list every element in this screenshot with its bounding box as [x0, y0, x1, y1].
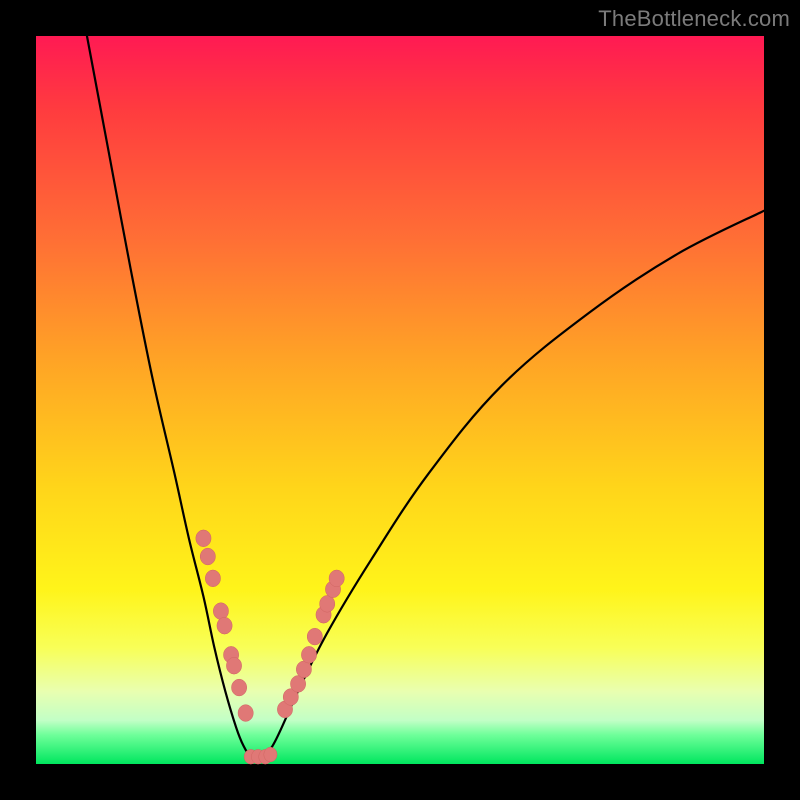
curve-marker — [213, 603, 228, 620]
curve-marker — [290, 676, 305, 693]
curve-svg — [36, 36, 764, 764]
curve-marker — [307, 628, 322, 645]
curve-marker — [320, 595, 335, 612]
curve-marker — [264, 747, 277, 762]
curve-marker — [196, 530, 211, 547]
bottleneck-curve — [87, 36, 764, 758]
curve-marker — [217, 617, 232, 634]
chart-frame: TheBottleneck.com — [0, 0, 800, 800]
curve-marker — [301, 646, 316, 663]
curve-marker — [200, 548, 215, 565]
curve-marker — [329, 570, 344, 587]
curve-marker — [238, 705, 253, 722]
curve-markers — [196, 530, 344, 764]
plot-area — [36, 36, 764, 764]
curve-marker — [296, 661, 311, 678]
curve-marker — [205, 570, 220, 587]
watermark: TheBottleneck.com — [598, 6, 790, 32]
curve-marker — [226, 657, 241, 674]
curve-marker — [232, 679, 247, 696]
